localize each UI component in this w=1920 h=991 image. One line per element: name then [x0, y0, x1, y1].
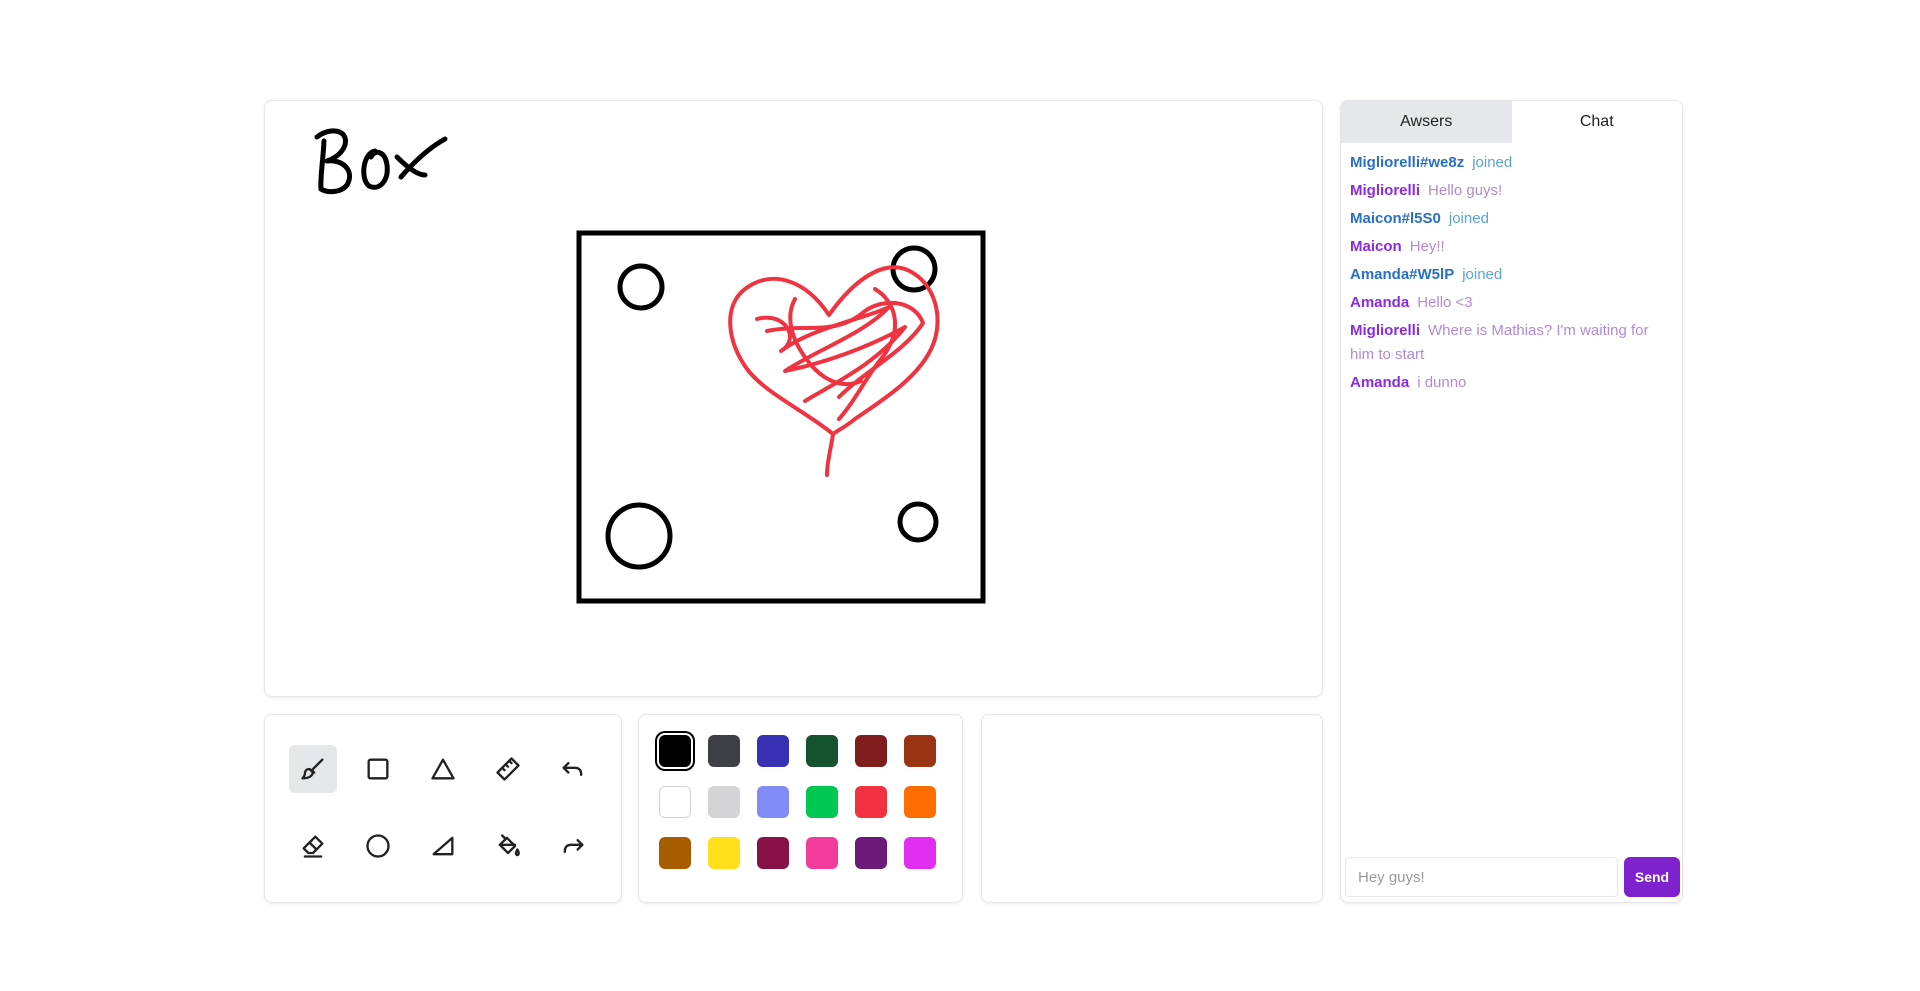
info-panel	[981, 714, 1323, 903]
heart-scribble	[728, 265, 940, 477]
ruler-icon	[496, 757, 520, 781]
color-swatch[interactable]	[806, 735, 838, 767]
tools-panel	[264, 714, 622, 903]
color-swatch[interactable]	[855, 786, 887, 818]
chat-panel: Awsers Chat Migliorelli#we8z joined Miglio…	[1340, 100, 1683, 903]
chat-message: Amanda i dunno	[1350, 371, 1670, 395]
circle-icon	[366, 834, 390, 858]
message-author: Migliorelli	[1350, 182, 1421, 199]
fill-bucket-tool[interactable]	[484, 822, 532, 870]
canvas-drawing	[314, 128, 986, 604]
rectangle-tool[interactable]	[354, 745, 402, 793]
drawing-canvas[interactable]	[264, 100, 1323, 697]
chat-message: Maicon#l5S0 joined	[1350, 207, 1670, 231]
undo-icon	[562, 762, 583, 776]
color-swatch[interactable]	[659, 786, 691, 818]
right-triangle-tool[interactable]	[419, 822, 467, 870]
chat-message: Amanda Hello <3	[1350, 291, 1670, 315]
chat-message: Maicon Hey!!	[1350, 235, 1670, 259]
triangle-tool[interactable]	[419, 745, 467, 793]
circle-tool[interactable]	[354, 822, 402, 870]
redo-button[interactable]	[549, 822, 597, 870]
chat-message: Migliorelli Hello guys!	[1350, 179, 1670, 203]
message-text: Hello guys!	[1428, 182, 1503, 199]
color-swatch[interactable]	[757, 837, 789, 869]
color-swatch[interactable]	[757, 786, 789, 818]
message-text: joined	[1448, 210, 1489, 227]
eraser-tool[interactable]	[289, 822, 337, 870]
color-swatch[interactable]	[659, 837, 691, 869]
color-swatch[interactable]	[708, 837, 740, 869]
color-swatch[interactable]	[659, 735, 691, 767]
right-triangle-icon	[432, 836, 454, 856]
message-author: Migliorelli#we8z	[1350, 154, 1465, 171]
message-author: Amanda#W5lP	[1350, 266, 1455, 283]
tab-chat[interactable]: Chat	[1511, 101, 1682, 143]
message-list: Migliorelli#we8z joined Migliorelli Hello g…	[1350, 151, 1670, 399]
message-text: joined	[1462, 266, 1503, 283]
chat-tabs: Awsers Chat	[1341, 101, 1682, 143]
color-swatch[interactable]	[904, 735, 936, 767]
send-button[interactable]: Send	[1624, 857, 1680, 897]
color-swatch[interactable]	[757, 735, 789, 767]
handwritten-word	[314, 128, 448, 195]
chat-message: Migliorelli#we8z joined	[1350, 151, 1670, 175]
message-author: Amanda	[1350, 294, 1410, 311]
undo-button[interactable]	[549, 745, 597, 793]
chat-message: Migliorelli Where is Mathias? I'm waiting…	[1350, 319, 1670, 367]
color-palette	[638, 714, 963, 903]
color-swatch[interactable]	[806, 837, 838, 869]
message-author: Maicon#l5S0	[1350, 210, 1441, 227]
color-swatch[interactable]	[708, 735, 740, 767]
chat-input[interactable]	[1345, 857, 1618, 897]
message-author: Maicon	[1350, 238, 1402, 255]
message-text: i dunno	[1417, 374, 1467, 391]
message-author: Migliorelli	[1350, 322, 1421, 339]
brush-tool[interactable]	[289, 745, 337, 793]
message-text: Hey!!	[1409, 238, 1445, 255]
color-swatch[interactable]	[708, 786, 740, 818]
message-text: Hello <3	[1417, 294, 1473, 311]
message-author: Amanda	[1350, 374, 1410, 391]
color-swatch[interactable]	[904, 837, 936, 869]
message-text: joined	[1472, 154, 1513, 171]
ruler-tool[interactable]	[484, 745, 532, 793]
triangle-icon	[431, 758, 455, 780]
color-swatch[interactable]	[806, 786, 838, 818]
color-swatch[interactable]	[855, 735, 887, 767]
corner-circles	[605, 245, 939, 570]
redo-icon	[563, 839, 584, 853]
tab-answers[interactable]: Awsers	[1341, 101, 1512, 143]
color-swatch[interactable]	[904, 786, 936, 818]
rectangle-icon	[367, 758, 389, 780]
color-swatch[interactable]	[855, 837, 887, 869]
fill-bucket-icon	[498, 834, 520, 857]
brush-icon	[301, 758, 324, 780]
eraser-icon	[302, 835, 324, 858]
chat-message: Amanda#W5lP joined	[1350, 263, 1670, 287]
